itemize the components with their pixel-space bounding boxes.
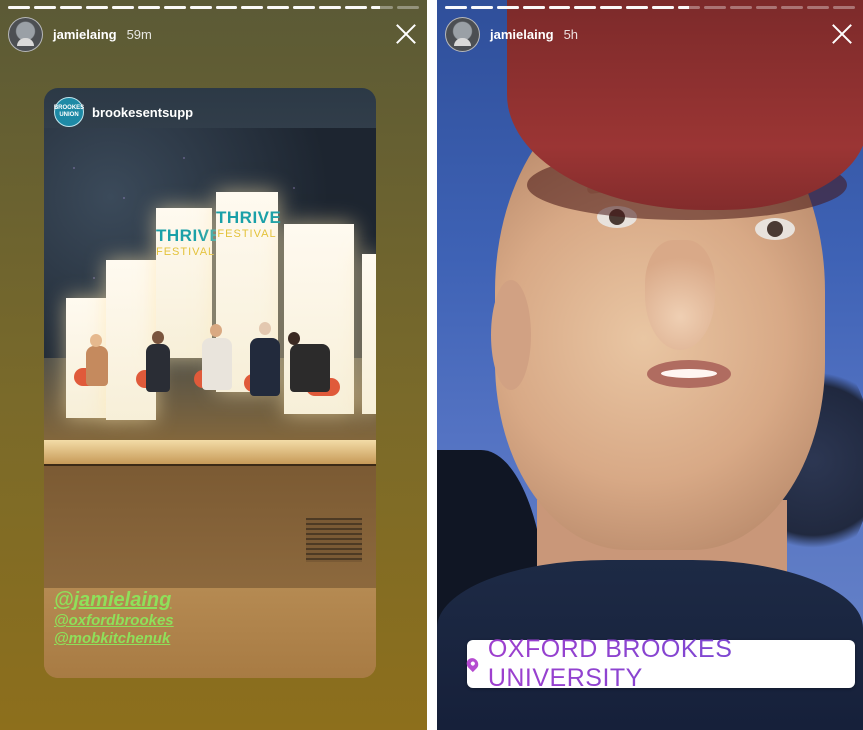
story-header: jamielaing 5h — [445, 16, 853, 52]
nose — [645, 240, 715, 350]
progress-segment — [319, 6, 342, 9]
panelist — [250, 338, 280, 396]
stage-panel — [362, 254, 376, 414]
progress-segment — [755, 6, 778, 9]
story-right[interactable]: jamielaing 5h OXFORD BROOKES UNIVERSITY — [437, 0, 863, 730]
stage-panel — [106, 260, 156, 420]
stage-top — [44, 440, 376, 464]
mention-list: @jamielaing @oxfordbrookes @mobkitchenuk — [54, 588, 174, 648]
progress-segment — [833, 6, 855, 9]
progress-segment — [445, 6, 467, 9]
mention-oxfordbrookes[interactable]: @oxfordbrookes — [54, 612, 174, 630]
username[interactable]: jamielaing — [490, 27, 554, 42]
progress-segment — [8, 6, 30, 9]
panelist — [290, 344, 330, 392]
progress-segment — [241, 6, 264, 9]
progress-segment — [652, 6, 674, 9]
timestamp: 59m — [126, 26, 152, 42]
progress-segment — [703, 6, 726, 9]
location-sticker[interactable]: OXFORD BROOKES UNIVERSITY — [464, 635, 855, 692]
close-icon[interactable] — [395, 23, 417, 45]
progress-segment — [807, 6, 830, 9]
progress-segment — [574, 6, 597, 9]
progress-segment — [371, 6, 394, 9]
mention-jamielaing[interactable]: @jamielaing — [54, 588, 174, 612]
banner-title: THRIVE — [216, 208, 282, 227]
progress-bar — [8, 6, 419, 9]
progress-segment — [345, 6, 368, 9]
location-text: OXFORD BROOKES UNIVERSITY — [488, 635, 855, 693]
mouth — [647, 360, 731, 388]
banner-title: THRIVE — [156, 226, 222, 245]
reshare-avatar[interactable]: BROOKES UNION — [54, 97, 84, 127]
progress-bar — [445, 6, 855, 9]
progress-segment — [137, 6, 160, 9]
progress-segment — [189, 6, 212, 9]
progress-segment — [522, 6, 545, 9]
progress-segment — [163, 6, 186, 9]
progress-segment — [85, 6, 108, 9]
eye — [755, 218, 795, 240]
mention-mobkitchenuk[interactable]: @mobkitchenuk — [54, 630, 174, 648]
reshare-header: BROOKES UNION brookesentsupp — [54, 97, 193, 127]
avatar[interactable] — [8, 16, 43, 52]
close-icon[interactable] — [831, 23, 853, 45]
progress-segment — [59, 6, 82, 9]
ear — [491, 280, 531, 390]
progress-segment — [267, 6, 290, 9]
banner-subtitle: FESTIVAL — [156, 246, 216, 258]
panelist — [202, 338, 232, 390]
progress-segment — [729, 6, 752, 9]
story-header: jamielaing 59m — [8, 16, 417, 52]
progress-segment — [496, 6, 519, 9]
username[interactable]: jamielaing — [53, 27, 117, 42]
progress-segment — [548, 6, 571, 9]
banner-subtitle: FESTIVAL — [217, 228, 277, 240]
timestamp: 5h — [563, 26, 579, 42]
progress-segment — [600, 6, 623, 9]
panelist — [146, 344, 170, 392]
progress-segment — [677, 6, 700, 9]
reshare-username[interactable]: brookesentsupp — [92, 105, 193, 120]
banner-panel: THRIVE FESTIVAL — [156, 208, 222, 358]
avatar[interactable] — [445, 16, 480, 52]
reshared-post[interactable]: THRIVE FESTIVAL THRIVE FESTIVAL BROOKES … — [44, 88, 376, 678]
location-pin-icon — [464, 655, 481, 673]
progress-segment — [781, 6, 804, 9]
progress-segment — [293, 6, 316, 9]
progress-segment — [626, 6, 648, 9]
progress-segment — [111, 6, 134, 9]
progress-segment — [470, 6, 493, 9]
story-left[interactable]: jamielaing 59m THRIVE FESTIVAL THRIVE FE… — [0, 0, 427, 730]
progress-segment — [215, 6, 238, 9]
progress-segment — [397, 6, 419, 9]
stage-grille — [306, 518, 362, 562]
progress-segment — [33, 6, 56, 9]
panelist — [86, 346, 108, 386]
